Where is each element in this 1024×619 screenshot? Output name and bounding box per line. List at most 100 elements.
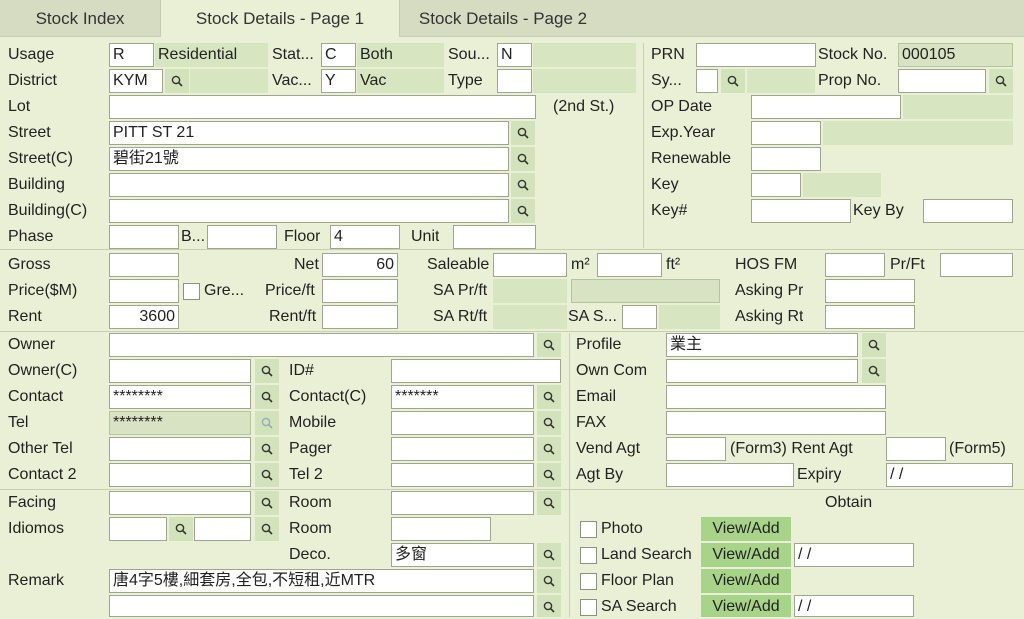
- remark2-field[interactable]: [109, 595, 534, 617]
- tab-stock-details-page-2[interactable]: Stock Details - Page 2: [398, 0, 608, 36]
- gre-checkbox[interactable]: [183, 283, 200, 300]
- mobile-search-icon[interactable]: [537, 411, 561, 435]
- lot-field[interactable]: [109, 95, 536, 119]
- room-search-icon[interactable]: [537, 491, 561, 515]
- contact-field[interactable]: ********: [109, 385, 251, 409]
- prop-no-field[interactable]: [898, 69, 986, 93]
- usage-field[interactable]: R: [109, 43, 154, 67]
- gross-field[interactable]: [109, 253, 179, 277]
- expiry-field[interactable]: / /: [886, 463, 1013, 487]
- net-field[interactable]: 60: [322, 253, 398, 277]
- building-field[interactable]: [109, 173, 509, 197]
- sa-search-date-field[interactable]: / /: [794, 595, 914, 617]
- photo-checkbox[interactable]: [580, 521, 597, 538]
- key-field[interactable]: [751, 173, 801, 197]
- building-c-field[interactable]: [109, 199, 509, 223]
- building-search-icon[interactable]: [511, 173, 535, 197]
- phase-field[interactable]: [109, 225, 179, 249]
- remark-search-icon[interactable]: [537, 569, 561, 593]
- agt-by-field[interactable]: [666, 463, 794, 487]
- vend-agt-field[interactable]: [666, 437, 726, 461]
- asking-rt-field[interactable]: [825, 305, 915, 329]
- tel2-field[interactable]: [391, 463, 534, 487]
- prn-field[interactable]: [696, 43, 816, 67]
- m2-field[interactable]: [597, 253, 662, 277]
- asking-pr-field[interactable]: [825, 279, 915, 303]
- unit-field[interactable]: [453, 225, 536, 249]
- street-c-field[interactable]: 碧街21號: [109, 147, 509, 171]
- contact-search-icon[interactable]: [255, 385, 279, 409]
- contact-c-field[interactable]: *******: [391, 385, 534, 409]
- rent-ft-field[interactable]: [322, 305, 398, 329]
- email-field[interactable]: [666, 385, 886, 409]
- district-search-icon[interactable]: [165, 69, 189, 93]
- street-c-search-icon[interactable]: [511, 147, 535, 171]
- status-field[interactable]: C: [321, 43, 356, 67]
- deco-field[interactable]: 多窗: [391, 543, 534, 567]
- land-search-date-field[interactable]: / /: [794, 543, 914, 567]
- idiomos-search-icon-a[interactable]: [169, 517, 193, 541]
- rent-agt-field[interactable]: [886, 437, 946, 461]
- land-search-view-add-button[interactable]: View/Add: [701, 543, 791, 567]
- exp-year-field[interactable]: [751, 121, 821, 145]
- idiomos-field-a[interactable]: [109, 517, 167, 541]
- deco-search-icon[interactable]: [537, 543, 561, 567]
- pager-search-icon[interactable]: [537, 437, 561, 461]
- profile-search-icon[interactable]: [862, 333, 886, 357]
- key-num-field[interactable]: [751, 199, 851, 223]
- other-tel-search-icon[interactable]: [255, 437, 279, 461]
- owner-c-search-icon[interactable]: [255, 359, 279, 383]
- sa-search-view-add-button[interactable]: View/Add: [701, 595, 791, 617]
- profile-field[interactable]: 業主: [666, 333, 858, 357]
- idiomos-search-icon-b[interactable]: [255, 517, 279, 541]
- building-c-search-icon[interactable]: [511, 199, 535, 223]
- sy-search-icon[interactable]: [721, 69, 745, 93]
- vacant-field[interactable]: Y: [321, 69, 356, 93]
- remark-field[interactable]: 唐4字5樓,細套房,全包,不短租,近MTR: [109, 569, 534, 593]
- type-field[interactable]: [497, 69, 532, 93]
- prop-no-search-icon[interactable]: [989, 69, 1013, 93]
- room-field[interactable]: [391, 491, 534, 515]
- photo-view-add-button[interactable]: View/Add: [701, 517, 791, 541]
- facing-search-icon[interactable]: [255, 491, 279, 515]
- owner-c-field[interactable]: [109, 359, 251, 383]
- sa-search-checkbox[interactable]: [580, 599, 597, 616]
- district-field[interactable]: KYM: [109, 69, 163, 93]
- fax-field[interactable]: [666, 411, 886, 435]
- street-field[interactable]: PITT ST 21: [109, 121, 509, 145]
- owner-field[interactable]: [109, 333, 534, 357]
- floor-plan-view-add-button[interactable]: View/Add: [701, 569, 791, 593]
- tab-stock-details-page-1[interactable]: Stock Details - Page 1: [160, 0, 400, 37]
- floor-field[interactable]: 4: [330, 225, 400, 249]
- renewable-field[interactable]: [751, 147, 821, 171]
- rent-field[interactable]: 3600: [109, 305, 179, 329]
- pager-field[interactable]: [391, 437, 534, 461]
- room2-field[interactable]: [391, 517, 491, 541]
- owner-search-icon[interactable]: [537, 333, 561, 357]
- key-by-field[interactable]: [923, 199, 1013, 223]
- op-date-field[interactable]: [751, 95, 901, 119]
- land-search-checkbox[interactable]: [580, 547, 597, 564]
- tel2-search-icon[interactable]: [537, 463, 561, 487]
- other-tel-field[interactable]: [109, 437, 251, 461]
- idiomos-field-b[interactable]: [194, 517, 251, 541]
- price-field[interactable]: [109, 279, 179, 303]
- facing-field[interactable]: [109, 491, 251, 515]
- block-field[interactable]: [207, 225, 277, 249]
- sy-field[interactable]: [696, 69, 718, 93]
- pr-ft-field[interactable]: [940, 253, 1013, 277]
- source-field[interactable]: N: [497, 43, 532, 67]
- contact2-field[interactable]: [109, 463, 251, 487]
- saleable-field[interactable]: [493, 253, 567, 277]
- tab-stock-index[interactable]: Stock Index: [0, 0, 160, 36]
- remark2-search-icon[interactable]: [537, 595, 561, 617]
- own-com-search-icon[interactable]: [862, 359, 886, 383]
- contact2-search-icon[interactable]: [255, 463, 279, 487]
- sa-s-field[interactable]: [622, 305, 657, 329]
- floor-plan-checkbox[interactable]: [580, 573, 597, 590]
- price-ft-field[interactable]: [322, 279, 398, 303]
- hos-fm-field[interactable]: [825, 253, 885, 277]
- street-search-icon[interactable]: [511, 121, 535, 145]
- contact-c-search-icon[interactable]: [537, 385, 561, 409]
- id-num-field[interactable]: [391, 359, 561, 383]
